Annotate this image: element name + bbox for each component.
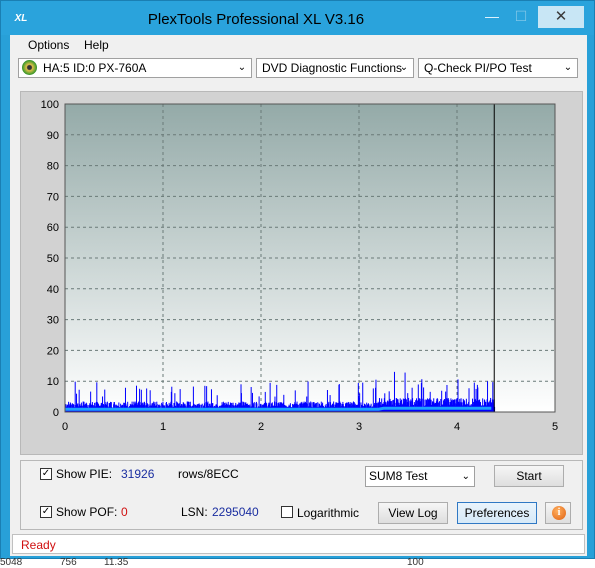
pie-chart-svg: 1009080706050403020100 012345 [41,99,558,433]
function-select-value: DVD Diagnostic Functions [262,61,403,75]
show-pie-label: Show PIE: [56,467,113,481]
function-select[interactable]: DVD Diagnostic Functions ⌄ [256,58,414,78]
pie-bar [375,379,377,412]
x-tick-label: 4 [454,421,460,433]
sum-test-value: SUM8 Test [369,469,428,483]
test-select-value: Q-Check PI/PO Test [424,61,532,75]
x-tick-label: 0 [62,421,68,433]
disc-drive-icon [22,60,37,75]
view-log-button[interactable]: View Log [378,502,448,524]
drive-select[interactable]: HA:5 ID:0 PX-760A ⌄ [18,58,252,78]
y-tick-label: 40 [47,284,59,296]
pie-units: rows/8ECC [178,467,239,481]
sum-test-select[interactable]: SUM8 Test ⌄ [365,466,475,487]
chevron-down-icon: ⌄ [237,62,247,73]
y-tick-label: 0 [53,407,59,419]
status-text: Ready [21,538,56,552]
show-pie-checkbox[interactable]: ✓ [40,468,52,480]
y-tick-label: 50 [47,253,59,265]
y-tick-label: 100 [41,99,59,111]
close-button[interactable]: ✕ [538,6,584,28]
test-select[interactable]: Q-Check PI/PO Test ⌄ [418,58,578,78]
y-axis-ticks: 1009080706050403020100 [41,99,59,419]
logarithmic-label: Logarithmic [297,506,360,520]
logarithmic-checkbox[interactable] [281,506,293,518]
pi8-line [65,406,492,411]
chevron-down-icon: ⌄ [461,471,470,482]
maximize-button[interactable]: ☐ [507,6,535,28]
close-icon: ✕ [554,8,568,25]
status-bar: Ready [12,534,585,554]
x-tick-label: 2 [258,421,264,433]
y-tick-label: 20 [47,345,59,357]
background-window-cell: 5048 [0,557,23,568]
show-poe-checkbox[interactable]: ✓ [40,506,52,518]
background-window-cell: 756 [60,557,77,568]
pie-bar [362,382,364,412]
lsn-label: LSN: [181,505,208,519]
y-tick-label: 30 [47,315,59,327]
drive-select-value: HA:5 ID:0 PX-760A [43,61,147,75]
y-tick-label: 90 [47,130,59,142]
menu-help[interactable]: Help [84,38,109,52]
chart-frame: 100 90 80 70 60 50 40 30 20 10 0 012345 [20,91,583,455]
main-window: XL PlexTools Professional XL V3.16 — ☐ ✕… [0,0,595,559]
chevron-down-icon: ⌄ [399,62,409,73]
title-bar[interactable]: XL PlexTools Professional XL V3.16 — ☐ ✕ [1,1,594,35]
client-area: Options Help HA:5 ID:0 PX-760A ⌄ DVD Dia… [10,35,587,556]
x-tick-label: 3 [356,421,362,433]
y-tick-label: 80 [47,161,59,173]
preferences-button[interactable]: Preferences [457,502,537,524]
window-title: PlexTools Professional XL V3.16 [147,11,365,28]
x-tick-label: 5 [552,421,558,433]
info-icon: i [552,506,566,520]
y-tick-label: 10 [47,376,59,388]
y-tick-label: 70 [47,191,59,203]
info-button[interactable]: i [545,502,571,524]
x-tick-label: 1 [160,421,166,433]
background-window-cell: 100 [407,557,424,568]
background-window-cell: 11.35 [104,557,129,568]
show-poe-label: Show POF: [56,505,118,519]
menu-bar: Options Help [10,35,587,55]
minimize-button[interactable]: — [479,6,505,28]
poe-value: 0 [121,505,128,519]
menu-options[interactable]: Options [28,38,69,52]
results-panel: ✓ Show PIE: 31926 rows/8ECC SUM8 Test ⌄ … [20,460,583,530]
x-axis-ticks: 0 1 2 3 4 5 [62,421,558,433]
start-button[interactable]: Start [494,465,564,487]
y-tick-label: 60 [47,222,59,234]
chevron-down-icon: ⌄ [563,62,573,73]
lsn-value: 2295040 [212,505,259,519]
pie-value: 31926 [121,467,155,481]
